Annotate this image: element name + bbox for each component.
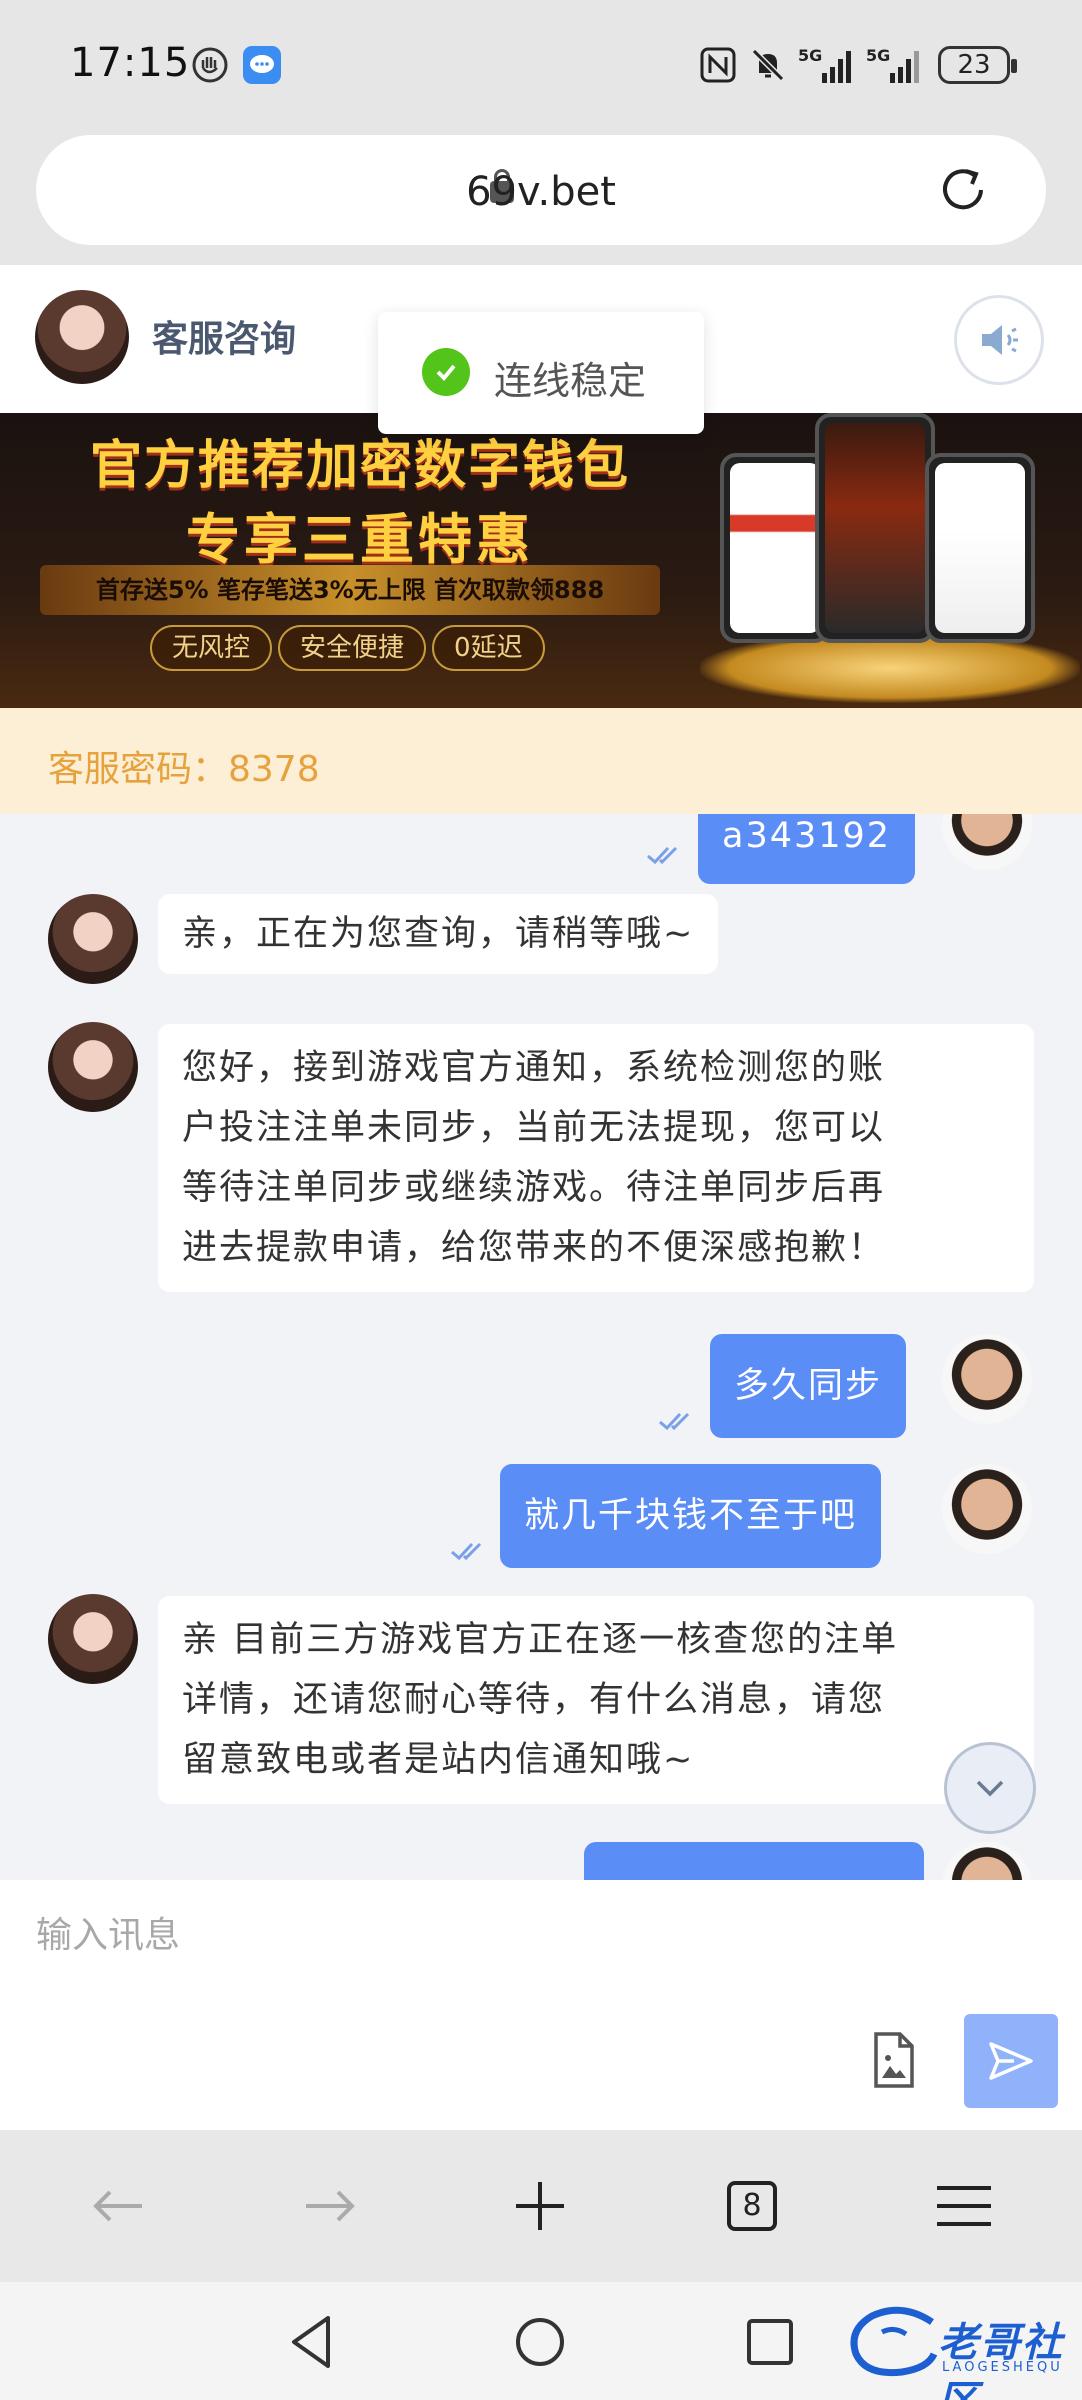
battery-icon: 23 <box>938 46 1017 84</box>
message-composer <box>0 1880 1082 2130</box>
status-time: 17:15 <box>70 40 191 86</box>
banner-promo-text: 首存送5% 笔存笔送3%无上限 首次取款领888 <box>40 565 660 615</box>
user-message <box>584 1842 924 1880</box>
agent-avatar <box>48 894 138 984</box>
dragon-logo-icon <box>850 2306 938 2377</box>
hand-icon <box>190 45 230 85</box>
message-line: 等待注单同步或继续游戏。待注单同步后再 <box>182 1168 886 1208</box>
user-avatar <box>942 1334 1032 1424</box>
agent-avatar <box>48 1594 138 1684</box>
nav-recents-button[interactable] <box>740 2312 800 2372</box>
nav-home-button[interactable] <box>510 2312 570 2372</box>
user-message: 多久同步 <box>710 1334 907 1438</box>
read-receipt-icon <box>659 1412 690 1431</box>
reload-icon[interactable] <box>936 163 990 217</box>
promo-banner[interactable]: 官方推荐加密数字钱包 专享三重特惠 首存送5% 笔存笔送3%无上限 首次取款领8… <box>0 413 1082 708</box>
message-line: 留意致电或者是站内信通知哦~ <box>182 1740 695 1780</box>
send-button[interactable] <box>964 2014 1058 2108</box>
system-nav-bar: 老哥社区 LAOGESHEQU <box>0 2282 1082 2400</box>
address-bar[interactable]: 69v.bet <box>36 135 1046 245</box>
agent-avatar <box>35 290 129 384</box>
url-text[interactable]: 69v.bet <box>36 169 1046 215</box>
agent-message: 您好，接到游戏官方通知，系统检测您的账 户投注注单未同步，当前无法提现，您可以 … <box>158 1024 1034 1292</box>
service-password-text: 客服密码：8378 <box>48 749 320 790</box>
arrow-right-icon <box>306 2190 355 2222</box>
arrow-left-icon <box>93 2190 142 2222</box>
message-line: 详情，还请您耐心等待，有什么消息，请您 <box>182 1680 886 1720</box>
watermark-subtext: LAOGESHEQU <box>942 2360 1063 2375</box>
message-line: 户投注注单未同步，当前无法提现，您可以 <box>182 1108 886 1148</box>
message-app-icon <box>242 45 282 85</box>
user-message: 就几千块钱不至于吧 <box>500 1464 882 1568</box>
service-password-bar: 客服密码：8378 <box>0 708 1082 814</box>
mute-icon <box>748 45 788 85</box>
user-avatar <box>942 1842 1032 1880</box>
banner-tag: 安全便捷 <box>278 625 427 671</box>
plus-icon <box>516 2182 564 2230</box>
tabs-button[interactable]: 8 <box>722 2176 782 2236</box>
signal-icon: 5G <box>866 45 926 85</box>
banner-tag: 0延迟 <box>432 625 545 671</box>
user-avatar <box>942 1464 1032 1554</box>
back-button[interactable] <box>88 2176 148 2236</box>
agent-avatar <box>48 1022 138 1112</box>
chat-title: 客服咨询 <box>152 319 297 360</box>
message-line: 亲 目前三方游戏官方正在逐一核查您的注单 <box>182 1620 899 1660</box>
message-line: 您好，接到游戏官方通知，系统检测您的账 <box>182 1048 886 1088</box>
user-avatar <box>942 814 1032 870</box>
nav-back-button[interactable] <box>282 2312 342 2372</box>
menu-button[interactable] <box>934 2176 994 2236</box>
message-list[interactable]: a343192 亲，正在为您查询，请稍等哦~ 您好，接到游戏官方通知，系统检测您… <box>0 814 1082 1880</box>
send-icon <box>989 2042 1033 2080</box>
connection-toast: 连线稳定 <box>378 312 704 434</box>
signal-icon: 5G <box>798 45 858 85</box>
svg-text:5G: 5G <box>866 46 890 65</box>
message-input[interactable] <box>36 1900 836 1970</box>
file-icon <box>874 2032 914 2088</box>
read-receipt-icon <box>647 846 678 865</box>
banner-phones-image <box>720 413 1050 683</box>
user-message: a343192 <box>698 814 916 884</box>
message-text: 就几千块钱不至于吧 <box>524 1496 858 1536</box>
banner-tag: 无风控 <box>150 625 273 671</box>
agent-message: 亲，正在为您查询，请稍等哦~ <box>158 894 719 974</box>
forward-button[interactable] <box>300 2176 360 2236</box>
check-icon <box>422 348 470 396</box>
toast-text: 连线稳定 <box>494 359 647 403</box>
browser-address-area: 69v.bet <box>0 130 1082 265</box>
message-text: a343192 <box>722 816 892 856</box>
message-text: 亲，正在为您查询，请稍等哦~ <box>182 914 695 954</box>
watermark-logo: 老哥社区 LAOGESHEQU <box>842 2302 1072 2400</box>
message-line: 进去提款申请，给您带来的不便深感抱歉！ <box>182 1228 886 1268</box>
agent-message: 亲 目前三方游戏官方正在逐一核查您的注单 详情，还请您耐心等待，有什么消息，请您… <box>158 1596 1034 1804</box>
message-text: 多久同步 <box>734 1366 883 1406</box>
tabs-count: 8 <box>727 2181 777 2231</box>
banner-subheadline: 专享三重特惠 <box>186 508 534 571</box>
scroll-to-bottom-button[interactable] <box>944 1742 1036 1834</box>
banner-headline: 官方推荐加密数字钱包 <box>90 436 631 496</box>
circle-home-icon <box>516 2318 564 2366</box>
browser-toolbar: 8 <box>0 2130 1082 2282</box>
svg-text:5G: 5G <box>798 46 822 65</box>
nfc-icon <box>698 45 738 85</box>
square-recents-icon <box>747 2319 793 2365</box>
chevron-down-icon <box>976 1780 1004 1797</box>
watermark-text: 老哥社区 <box>938 2320 1064 2400</box>
triangle-back-icon <box>292 2316 330 2368</box>
new-tab-button[interactable] <box>510 2176 570 2236</box>
status-bar: 17:15 5G 5G 23 <box>0 0 1082 130</box>
hamburger-menu-icon <box>937 2186 991 2226</box>
attach-file-button[interactable] <box>868 2030 920 2090</box>
banner-tags: 无风控 安全便捷 0延迟 <box>150 625 545 671</box>
speaker-icon <box>982 325 1018 355</box>
read-receipt-icon <box>451 1542 482 1561</box>
sound-toggle-button[interactable] <box>954 295 1044 385</box>
